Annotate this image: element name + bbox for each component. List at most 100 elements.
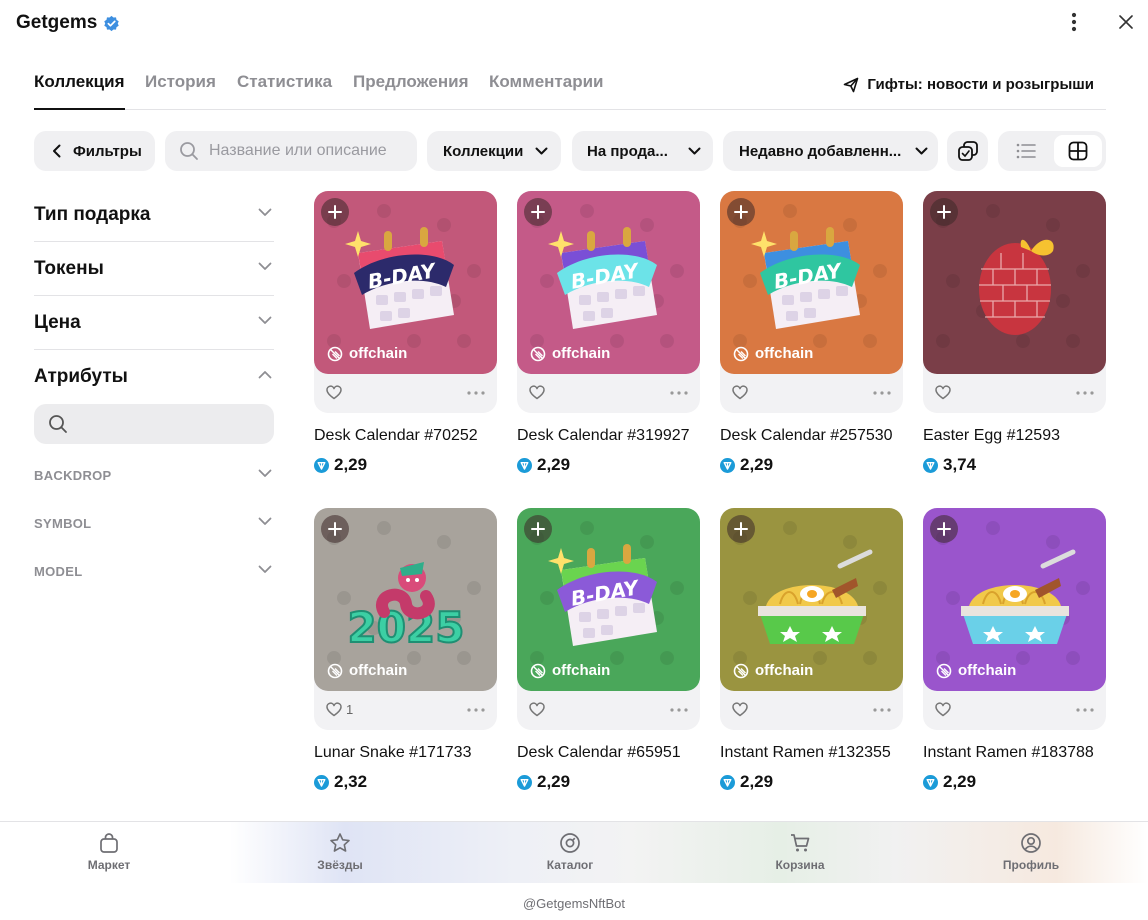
close-icon bbox=[1119, 15, 1133, 29]
list-view-button[interactable] bbox=[1002, 135, 1050, 167]
gift-card[interactable]: B-DAY offchain Desk Calendar #257530 2,2… bbox=[720, 191, 903, 491]
search-input[interactable]: Название или описание bbox=[165, 131, 417, 171]
gift-name[interactable]: Lunar Snake #171733 bbox=[314, 744, 471, 762]
gift-image[interactable]: B-DAY offchain bbox=[720, 191, 903, 374]
tab-history[interactable]: История bbox=[145, 72, 216, 92]
nav-market[interactable]: Маркет bbox=[49, 832, 169, 872]
more-menu-button[interactable] bbox=[1062, 10, 1086, 34]
gift-image[interactable] bbox=[923, 191, 1106, 374]
like-button[interactable] bbox=[732, 385, 752, 400]
bulk-select-button[interactable] bbox=[947, 131, 988, 171]
sort-dropdown[interactable]: Недавно добавленн... bbox=[723, 131, 938, 171]
filter-tokens[interactable]: Токены bbox=[34, 242, 274, 296]
add-to-cart-button[interactable] bbox=[930, 515, 958, 543]
filter-price[interactable]: Цена bbox=[34, 296, 274, 350]
gift-price: 2,29 bbox=[314, 455, 367, 475]
gift-image[interactable]: B-DAY offchain bbox=[517, 191, 700, 374]
offchain-icon bbox=[530, 663, 546, 678]
offchain-label: offchain bbox=[958, 662, 1017, 679]
like-button[interactable] bbox=[935, 702, 955, 717]
attribute-symbol[interactable]: SYMBOL bbox=[34, 500, 274, 548]
nav-stars[interactable]: Звёзды bbox=[280, 832, 400, 872]
add-to-cart-button[interactable] bbox=[524, 515, 552, 543]
card-more-button[interactable] bbox=[871, 702, 893, 718]
offchain-label: offchain bbox=[552, 662, 611, 679]
collections-dropdown[interactable]: Коллекции bbox=[427, 131, 561, 171]
tab-offers[interactable]: Предложения bbox=[353, 72, 469, 92]
gift-name[interactable]: Desk Calendar #65951 bbox=[517, 744, 681, 762]
like-button[interactable]: 1 bbox=[326, 702, 353, 717]
like-button[interactable] bbox=[935, 385, 955, 400]
like-button[interactable] bbox=[732, 702, 752, 717]
gift-card[interactable]: Easter Egg #12593 3,74 bbox=[923, 191, 1106, 491]
card-more-button[interactable] bbox=[871, 385, 893, 401]
gift-card[interactable]: offchain Instant Ramen #132355 2,29 bbox=[720, 508, 903, 808]
attribute-backdrop[interactable]: BACKDROP bbox=[34, 452, 274, 500]
add-to-cart-button[interactable] bbox=[930, 198, 958, 226]
filters-sidebar: Тип подарка Токены Цена Атрибуты BACKDRO… bbox=[34, 188, 274, 596]
like-button[interactable] bbox=[529, 702, 549, 717]
verified-badge-icon bbox=[104, 15, 120, 31]
gift-card[interactable]: 2025 offchain 1 Lunar Snake #171733 2,32 bbox=[314, 508, 497, 808]
attribute-model[interactable]: MODEL bbox=[34, 548, 274, 596]
close-button[interactable] bbox=[1114, 10, 1138, 34]
like-button[interactable] bbox=[326, 385, 346, 400]
tab-statistics[interactable]: Статистика bbox=[237, 72, 332, 92]
gifts-news-link[interactable]: Гифты: новости и розыгрыши bbox=[843, 76, 1094, 93]
price-value: 2,29 bbox=[537, 455, 571, 474]
gift-name[interactable]: Instant Ramen #132355 bbox=[720, 744, 891, 762]
card-more-button[interactable] bbox=[1074, 702, 1096, 718]
tab-comments[interactable]: Комментарии bbox=[489, 72, 603, 92]
gift-name[interactable]: Easter Egg #12593 bbox=[923, 427, 1060, 445]
card-more-button[interactable] bbox=[668, 385, 690, 401]
grid-view-button[interactable] bbox=[1054, 135, 1102, 167]
card-more-button[interactable] bbox=[1074, 385, 1096, 401]
gift-image[interactable]: offchain bbox=[923, 508, 1106, 691]
gift-name[interactable]: Desk Calendar #319927 bbox=[517, 427, 690, 445]
nav-cart[interactable]: Корзина bbox=[740, 832, 860, 872]
price-value: 2,29 bbox=[537, 772, 571, 791]
add-to-cart-button[interactable] bbox=[727, 198, 755, 226]
nav-label: Корзина bbox=[775, 858, 825, 872]
add-to-cart-button[interactable] bbox=[727, 515, 755, 543]
filter-attributes[interactable]: Атрибуты bbox=[34, 350, 274, 404]
add-to-cart-button[interactable] bbox=[321, 515, 349, 543]
gift-name[interactable]: Instant Ramen #183788 bbox=[923, 744, 1094, 762]
heart-icon bbox=[326, 702, 342, 717]
gift-image[interactable]: 2025 offchain bbox=[314, 508, 497, 691]
gift-card[interactable]: B-DAY offchain Desk Calendar #70252 2,29 bbox=[314, 191, 497, 491]
gift-image[interactable]: offchain bbox=[720, 508, 903, 691]
gift-name[interactable]: Desk Calendar #257530 bbox=[720, 427, 893, 445]
sale-status-dropdown[interactable]: На прода... bbox=[572, 131, 713, 171]
filter-toolbar: Фильтры Название или описание Коллекции … bbox=[34, 131, 1106, 171]
add-to-cart-button[interactable] bbox=[321, 198, 349, 226]
filter-gift-type[interactable]: Тип подарка bbox=[34, 188, 274, 242]
card-more-button[interactable] bbox=[668, 702, 690, 718]
gift-card[interactable]: B-DAY offchain Desk Calendar #319927 2,2… bbox=[517, 191, 700, 491]
attribute-search-input[interactable] bbox=[34, 404, 274, 444]
card-more-button[interactable] bbox=[465, 702, 487, 718]
card-more-button[interactable] bbox=[465, 385, 487, 401]
nav-label: Каталог bbox=[546, 858, 594, 872]
gift-image[interactable]: B-DAY offchain bbox=[314, 191, 497, 374]
gift-card[interactable]: B-DAY offchain Desk Calendar #65951 2,29 bbox=[517, 508, 700, 808]
nav-catalog[interactable]: Каталог bbox=[510, 832, 630, 872]
add-to-cart-button[interactable] bbox=[524, 198, 552, 226]
like-button[interactable] bbox=[529, 385, 549, 400]
gift-image[interactable]: B-DAY offchain bbox=[517, 508, 700, 691]
price-value: 2,29 bbox=[334, 455, 368, 474]
like-count: 1 bbox=[346, 702, 354, 717]
filter-label: Атрибуты bbox=[34, 366, 128, 387]
gift-name[interactable]: Desk Calendar #70252 bbox=[314, 427, 478, 445]
filters-toggle-button[interactable]: Фильтры bbox=[34, 131, 155, 171]
chevron-down-icon bbox=[258, 208, 272, 216]
star-icon bbox=[330, 833, 350, 852]
chevron-down-icon bbox=[258, 517, 272, 525]
plus-icon bbox=[328, 522, 342, 536]
chevron-down-icon bbox=[688, 147, 701, 155]
vertical-dots-icon bbox=[1071, 12, 1077, 32]
nav-profile[interactable]: Профиль bbox=[971, 832, 1091, 872]
tab-collection[interactable]: Коллекция bbox=[34, 72, 125, 110]
plus-icon bbox=[937, 522, 951, 536]
gift-card[interactable]: offchain Instant Ramen #183788 2,29 bbox=[923, 508, 1106, 808]
